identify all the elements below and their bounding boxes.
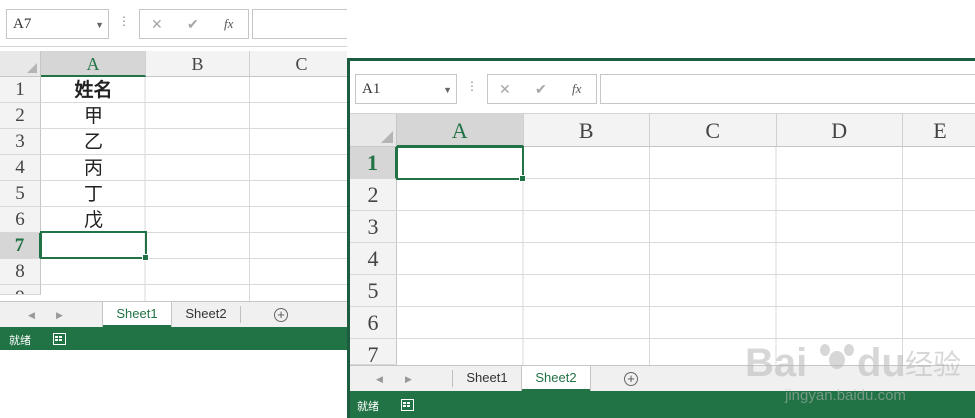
scroll-tabs-right-icon[interactable]: ▶ — [56, 310, 63, 321]
baidu-jingyan-watermark: Bai du 经验 jingyan.baidu.com — [745, 341, 961, 404]
column-header-d[interactable]: D — [776, 114, 903, 147]
row-header-6[interactable]: 6 — [350, 307, 397, 339]
column-header-c[interactable]: C — [650, 114, 777, 147]
formula-buttons: ✕ ✔ fx — [139, 9, 249, 39]
row-header-7[interactable]: 7 — [0, 233, 41, 259]
column-header-e[interactable]: E — [903, 114, 975, 147]
scroll-tabs-left-icon[interactable]: ◀ — [376, 374, 383, 385]
sheet-tab-bar: ◀ ▶ Sheet1 Sheet2 + — [0, 301, 347, 328]
excel-window-1: A7 ▼ ⋮ ✕ ✔ fx ABC 123456789 姓名甲乙丙丁戊 ◀ ▶ … — [0, 0, 347, 418]
macro-record-icon[interactable] — [53, 333, 66, 345]
formula-input[interactable] — [252, 9, 347, 39]
formula-buttons-2: ✕ ✔ fx — [487, 74, 597, 104]
name-box-value: A7 — [13, 16, 32, 32]
watermark-brand-2: du — [857, 341, 906, 385]
cell-a1[interactable]: 姓名 — [41, 77, 146, 103]
enter-icon[interactable]: ✔ — [535, 81, 547, 98]
tab-sheet2[interactable]: Sheet2 — [172, 302, 240, 327]
cell-a3[interactable]: 乙 — [41, 129, 146, 155]
row-header-3[interactable]: 3 — [350, 211, 397, 243]
fill-handle[interactable] — [142, 254, 149, 261]
tab-divider — [240, 306, 241, 323]
macro-record-icon[interactable] — [401, 399, 414, 411]
column-header-a[interactable]: A — [397, 114, 524, 147]
enter-icon[interactable]: ✔ — [187, 16, 199, 33]
column-header-b[interactable]: B — [523, 114, 650, 147]
cancel-icon[interactable]: ✕ — [151, 16, 163, 33]
select-all-corner-2[interactable] — [350, 114, 397, 147]
more-options-icon[interactable]: ⋮ — [466, 79, 478, 93]
row-header-2[interactable]: 2 — [0, 103, 41, 129]
cancel-icon[interactable]: ✕ — [499, 81, 511, 98]
name-box-2[interactable]: A1 ▼ — [355, 74, 457, 104]
select-all-corner[interactable] — [0, 51, 41, 77]
row-header-7[interactable]: 7 — [350, 339, 397, 365]
formula-bar-2: A1 ▼ ⋮ ✕ ✔ fx — [350, 61, 975, 114]
status-bar: 就绪 — [0, 327, 347, 350]
column-header-c[interactable]: C — [250, 51, 347, 77]
row-header-1[interactable]: 1 — [0, 77, 41, 103]
watermark-url: jingyan.baidu.com — [784, 387, 906, 404]
status-ready-text-2: 就绪 — [357, 401, 379, 413]
row-header-8[interactable]: 8 — [0, 259, 41, 285]
active-cell-a1[interactable] — [396, 146, 526, 182]
column-header-b[interactable]: B — [146, 51, 250, 77]
column-header-a[interactable]: A — [41, 51, 146, 77]
fill-handle[interactable] — [519, 175, 526, 182]
row-header-2[interactable]: 2 — [350, 179, 397, 211]
cell-a6[interactable]: 戊 — [41, 207, 146, 233]
select-all-triangle-icon — [27, 63, 37, 73]
add-sheet-icon[interactable]: + — [624, 372, 638, 386]
status-ready-text: 就绪 — [9, 335, 31, 347]
formula-input-2[interactable] — [600, 74, 975, 104]
row-header-1[interactable]: 1 — [350, 147, 397, 179]
row-header-4[interactable]: 4 — [0, 155, 41, 181]
scroll-tabs-left-icon[interactable]: ◀ — [28, 310, 35, 321]
insert-function-icon[interactable]: fx — [572, 81, 581, 97]
cell-a5[interactable]: 丁 — [41, 181, 146, 207]
name-box-value-2: A1 — [362, 81, 381, 97]
excel-window-2: A1 ▼ ⋮ ✕ ✔ fx ABCDE 1234567 ◀ ▶ Sheet1 S… — [347, 58, 975, 418]
row-header-9[interactable]: 9 — [0, 285, 41, 295]
more-options-icon[interactable]: ⋮ — [118, 14, 130, 28]
name-box[interactable]: A7 ▼ — [6, 9, 109, 39]
watermark-brand: Bai — [745, 341, 807, 385]
formula-bar: A7 ▼ ⋮ ✕ ✔ fx — [0, 0, 347, 47]
row-header-3[interactable]: 3 — [0, 129, 41, 155]
tab-sheet2-2[interactable]: Sheet2 — [522, 366, 590, 391]
row-header-4[interactable]: 4 — [350, 243, 397, 275]
cell-a4[interactable]: 丙 — [41, 155, 146, 181]
chevron-down-icon[interactable]: ▼ — [443, 85, 452, 95]
scroll-tabs-right-icon[interactable]: ▶ — [405, 374, 412, 385]
insert-function-icon[interactable]: fx — [224, 16, 233, 32]
row-header-5[interactable]: 5 — [0, 181, 41, 207]
add-sheet-icon[interactable]: + — [274, 308, 288, 322]
select-all-triangle-icon — [381, 131, 393, 143]
tab-sheet1-2[interactable]: Sheet1 — [453, 366, 521, 391]
chevron-down-icon[interactable]: ▼ — [95, 20, 104, 30]
watermark-cn: 经验 — [905, 348, 961, 381]
row-header-6[interactable]: 6 — [0, 207, 41, 233]
active-cell-a7[interactable] — [40, 231, 149, 261]
tab-sheet1[interactable]: Sheet1 — [103, 302, 171, 327]
row-header-5[interactable]: 5 — [350, 275, 397, 307]
cell-a2[interactable]: 甲 — [41, 103, 146, 129]
